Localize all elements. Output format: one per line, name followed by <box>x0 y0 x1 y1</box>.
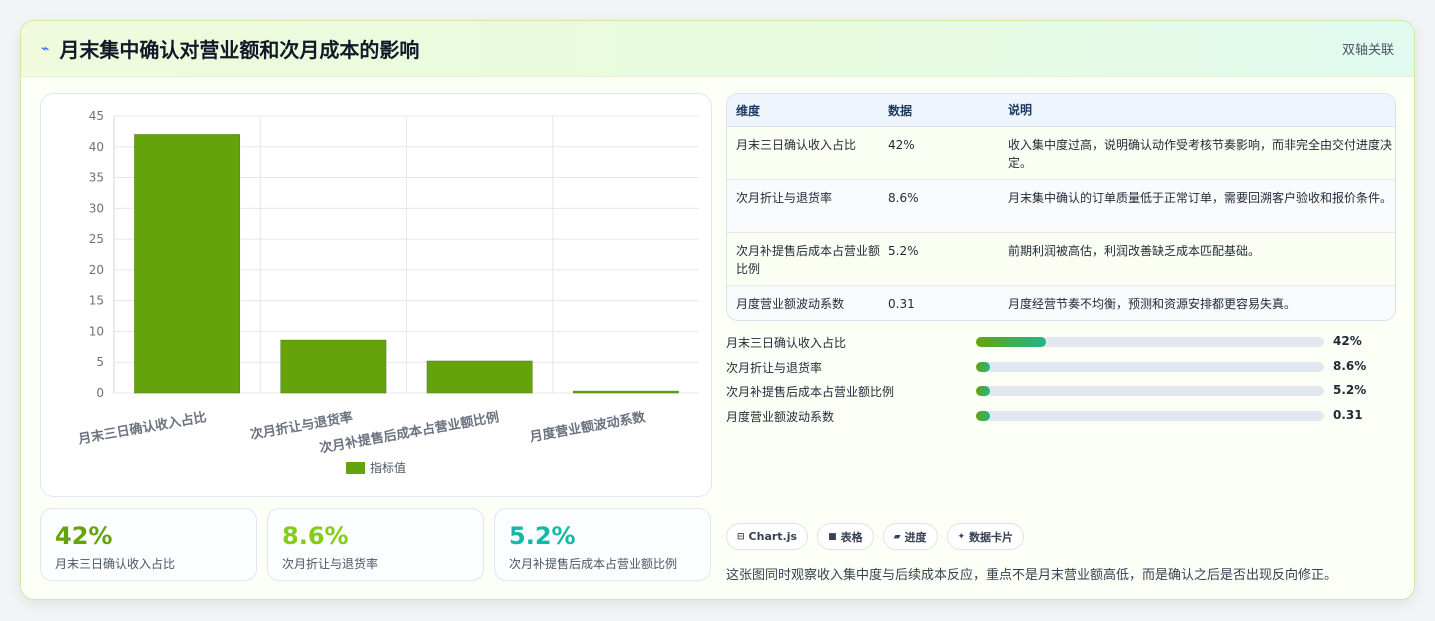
card-icon: ✦ <box>957 531 966 542</box>
progress-icon: ▰ <box>893 531 901 542</box>
card-title: 月末集中确认对营业额和次月成本的影响 <box>59 38 420 62</box>
kpi-card: 5.2% 次月补提售后成本占营业额比例 <box>494 508 711 581</box>
y-tick-label: 40 <box>89 140 104 154</box>
chip-card[interactable]: ✦ 数据卡片 <box>946 523 1025 550</box>
progress-value: 5.2% <box>1333 383 1367 397</box>
y-tick-label: 30 <box>89 201 104 215</box>
progress-track <box>976 361 1324 372</box>
kpi-label: 月末三日确认收入占比 <box>55 557 176 571</box>
progress-label: 次月折让与退货率 <box>726 360 823 375</box>
cell-dimension: 月度营业额波动系数 <box>736 297 845 311</box>
table-header: 维度 数据 说明 <box>727 94 1395 127</box>
table-row: 次月折让与退货率 8.6% 月末集中确认的订单质量低于正常订单，需要回溯客户验收和报… <box>727 180 1395 233</box>
cell-dimension: 月末三日确认收入占比 <box>736 138 857 152</box>
card-header: ⌁ 月末集中确认对营业额和次月成本的影响 双轴关联 <box>21 21 1414 77</box>
x-category-label: 月度营业额波动系数 <box>528 409 648 445</box>
kpi-label: 次月折让与退货率 <box>282 557 379 571</box>
progress-label: 月末三日确认收入占比 <box>726 336 847 350</box>
cell-value: 0.31 <box>888 297 915 311</box>
cell-description: 收入集中度过高，说明确认动作受考核节奏影响，而非完全由交付进度决定。 <box>1008 138 1393 170</box>
table-icon: ■ <box>828 531 837 542</box>
cell-dimension: 次月补提售后成本占营业额比例 <box>736 244 881 276</box>
bar <box>426 360 533 394</box>
kpi-value: 42% <box>55 522 113 550</box>
header-dimension: 维度 <box>736 103 761 118</box>
chart-icon: ⊟ <box>737 531 745 542</box>
chip-bar: ⊟ Chart.js ■ 表格 ▰ 进度 ✦ 数据卡片 <box>726 523 1025 550</box>
progress-track <box>976 410 1324 421</box>
bar-chart: 051015202530354045月末三日确认收入占比 次月折让与退货率次月补提… <box>76 109 699 475</box>
progress-row: 月末三日确认收入占比 42% <box>726 331 1396 356</box>
progress-value: 42% <box>1333 334 1362 348</box>
metrics-table: 维度 数据 说明 月末三日确认收入占比 42% 收入集中度过高，说明确认动作受考核节… <box>726 93 1396 321</box>
y-tick-label: 5 <box>96 355 104 369</box>
bar <box>280 339 387 394</box>
progress-track <box>976 337 1324 347</box>
cell-description: 月度经营节奏不均衡，预测和资源安排都更容易失真。 <box>1008 297 1297 311</box>
legend-swatch <box>346 462 365 474</box>
table-row: 月度营业额波动系数 0.31 月度经营节奏不均衡，预测和资源安排都更容易失真。 <box>727 286 1395 320</box>
line-chart-icon: ⌁ <box>41 40 50 57</box>
chip-label: 进度 <box>904 530 927 544</box>
kpi-card: 42% 月末三日确认收入占比 <box>40 508 257 581</box>
bar <box>572 390 679 394</box>
progress-value: 0.31 <box>1333 407 1363 422</box>
header-data: 数据 <box>888 103 913 118</box>
y-tick-label: 15 <box>89 294 104 308</box>
chip-chart[interactable]: ⊟ Chart.js <box>726 523 809 550</box>
kpi-value: 8.6% <box>282 522 349 550</box>
bar <box>134 134 241 394</box>
progress-row: 次月补提售后成本占营业额比例 5.2% <box>726 380 1396 405</box>
cell-description: 月末集中确认的订单质量低于正常订单，需要回溯客户验收和报价条件。 <box>1008 191 1393 205</box>
cell-value: 5.2% <box>888 244 919 258</box>
y-tick-label: 25 <box>89 232 104 246</box>
progress-list: 月末三日确认收入占比 42% 次月折让与退货率 8.6% 次月补提售后成本占营业额比例 5… <box>726 331 1396 429</box>
progress-fill <box>976 410 990 421</box>
kpi-label: 次月补提售后成本占营业额比例 <box>509 557 678 571</box>
cell-value: 42% <box>888 138 915 152</box>
y-tick-label: 10 <box>89 324 104 338</box>
bar-chart-panel: 0 5 10 15 20 25 30 35 40 45 月末三日确认收入占比 次月折让与退货率 次月补提… <box>40 93 712 497</box>
kpi-card: 8.6% 次月折让与退货率 <box>267 508 484 581</box>
progress-value: 8.6% <box>1333 358 1367 373</box>
progress-fill <box>976 361 990 372</box>
table-row: 月末三日确认收入占比 42% 收入集中度过高，说明确认动作受考核节奏影响，而非完全由… <box>727 127 1395 180</box>
table-row: 次月补提售后成本占营业额比例 5.2% 前期利润被高估，利润改善缺乏成本匹配基础。 <box>727 233 1395 286</box>
legend-label: 指标值 <box>370 460 406 475</box>
cell-value: 8.6% <box>888 191 919 205</box>
y-tick-label: 0 <box>96 386 104 400</box>
cell-dimension: 次月折让与退货率 <box>736 191 833 205</box>
y-tick-label: 35 <box>89 171 104 185</box>
chip-table[interactable]: ■ 表格 <box>817 523 874 550</box>
progress-fill <box>976 386 990 396</box>
kpi-value: 5.2% <box>509 522 576 550</box>
dual-axis-tag: 双轴关联 <box>1341 43 1394 58</box>
progress-fill <box>976 337 1046 347</box>
y-tick-label: 45 <box>89 109 104 123</box>
chip-label: Chart.js <box>748 530 798 543</box>
y-tick-label: 20 <box>89 263 104 277</box>
chip-label: 数据卡片 <box>969 530 1014 544</box>
progress-track <box>976 386 1324 396</box>
report-card: ⌁ 月末集中确认对营业额和次月成本的影响 双轴关联 0 5 10 15 20 25 30 35… <box>20 20 1415 600</box>
x-category-label: 月末三日确认收入占比 <box>76 409 208 448</box>
progress-row: 次月折让与退货率 8.6% <box>726 356 1396 381</box>
chip-label: 表格 <box>840 530 863 544</box>
progress-row: 月度营业额波动系数 0.31 <box>726 405 1396 430</box>
progress-label: 月度营业额波动系数 <box>726 409 835 424</box>
progress-label: 次月补提售后成本占营业额比例 <box>726 385 895 399</box>
header-description: 说明 <box>1008 103 1033 117</box>
cell-description: 前期利润被高估，利润改善缺乏成本匹配基础。 <box>1008 244 1261 258</box>
chip-progress[interactable]: ▰ 进度 <box>882 523 938 550</box>
footnote: 这张图同时观察收入集中度与后续成本反应，重点不是月末营业额高低，而是确认之后是否… <box>726 568 1338 583</box>
